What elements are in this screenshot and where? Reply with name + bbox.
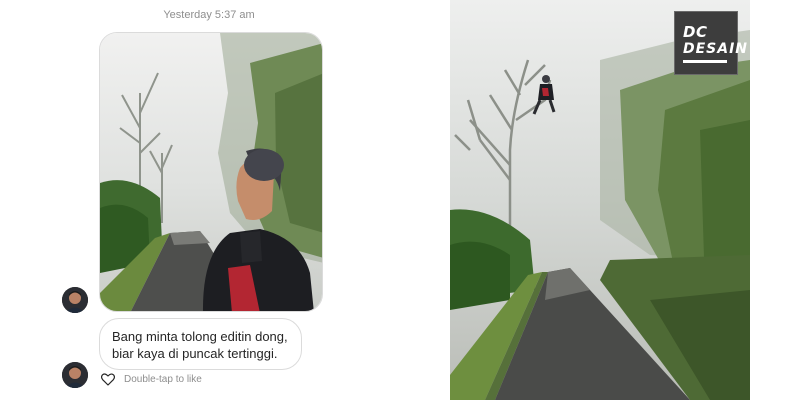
- sender-avatar[interactable]: [62, 287, 88, 313]
- dc-desain-logo: DC DESAIN: [674, 11, 747, 75]
- message-timestamp: Yesterday 5:37 am: [163, 9, 255, 21]
- avatar-image: [62, 287, 88, 313]
- selfie-photo: [100, 33, 322, 311]
- avatar-image: [62, 362, 88, 388]
- message-text: Bang minta tolong editin dong, biar kaya…: [112, 329, 288, 361]
- text-message-bubble[interactable]: Bang minta tolong editin dong, biar kaya…: [99, 318, 302, 370]
- photo-message[interactable]: [99, 32, 323, 312]
- double-tap-hint: Double-tap to like: [124, 373, 202, 385]
- heart-icon[interactable]: [100, 371, 116, 387]
- sender-avatar[interactable]: [62, 362, 88, 388]
- chat-panel: Yesterday 5:37 am Bang minta tolong edit…: [0, 0, 400, 400]
- like-row: Double-tap to like: [100, 370, 202, 388]
